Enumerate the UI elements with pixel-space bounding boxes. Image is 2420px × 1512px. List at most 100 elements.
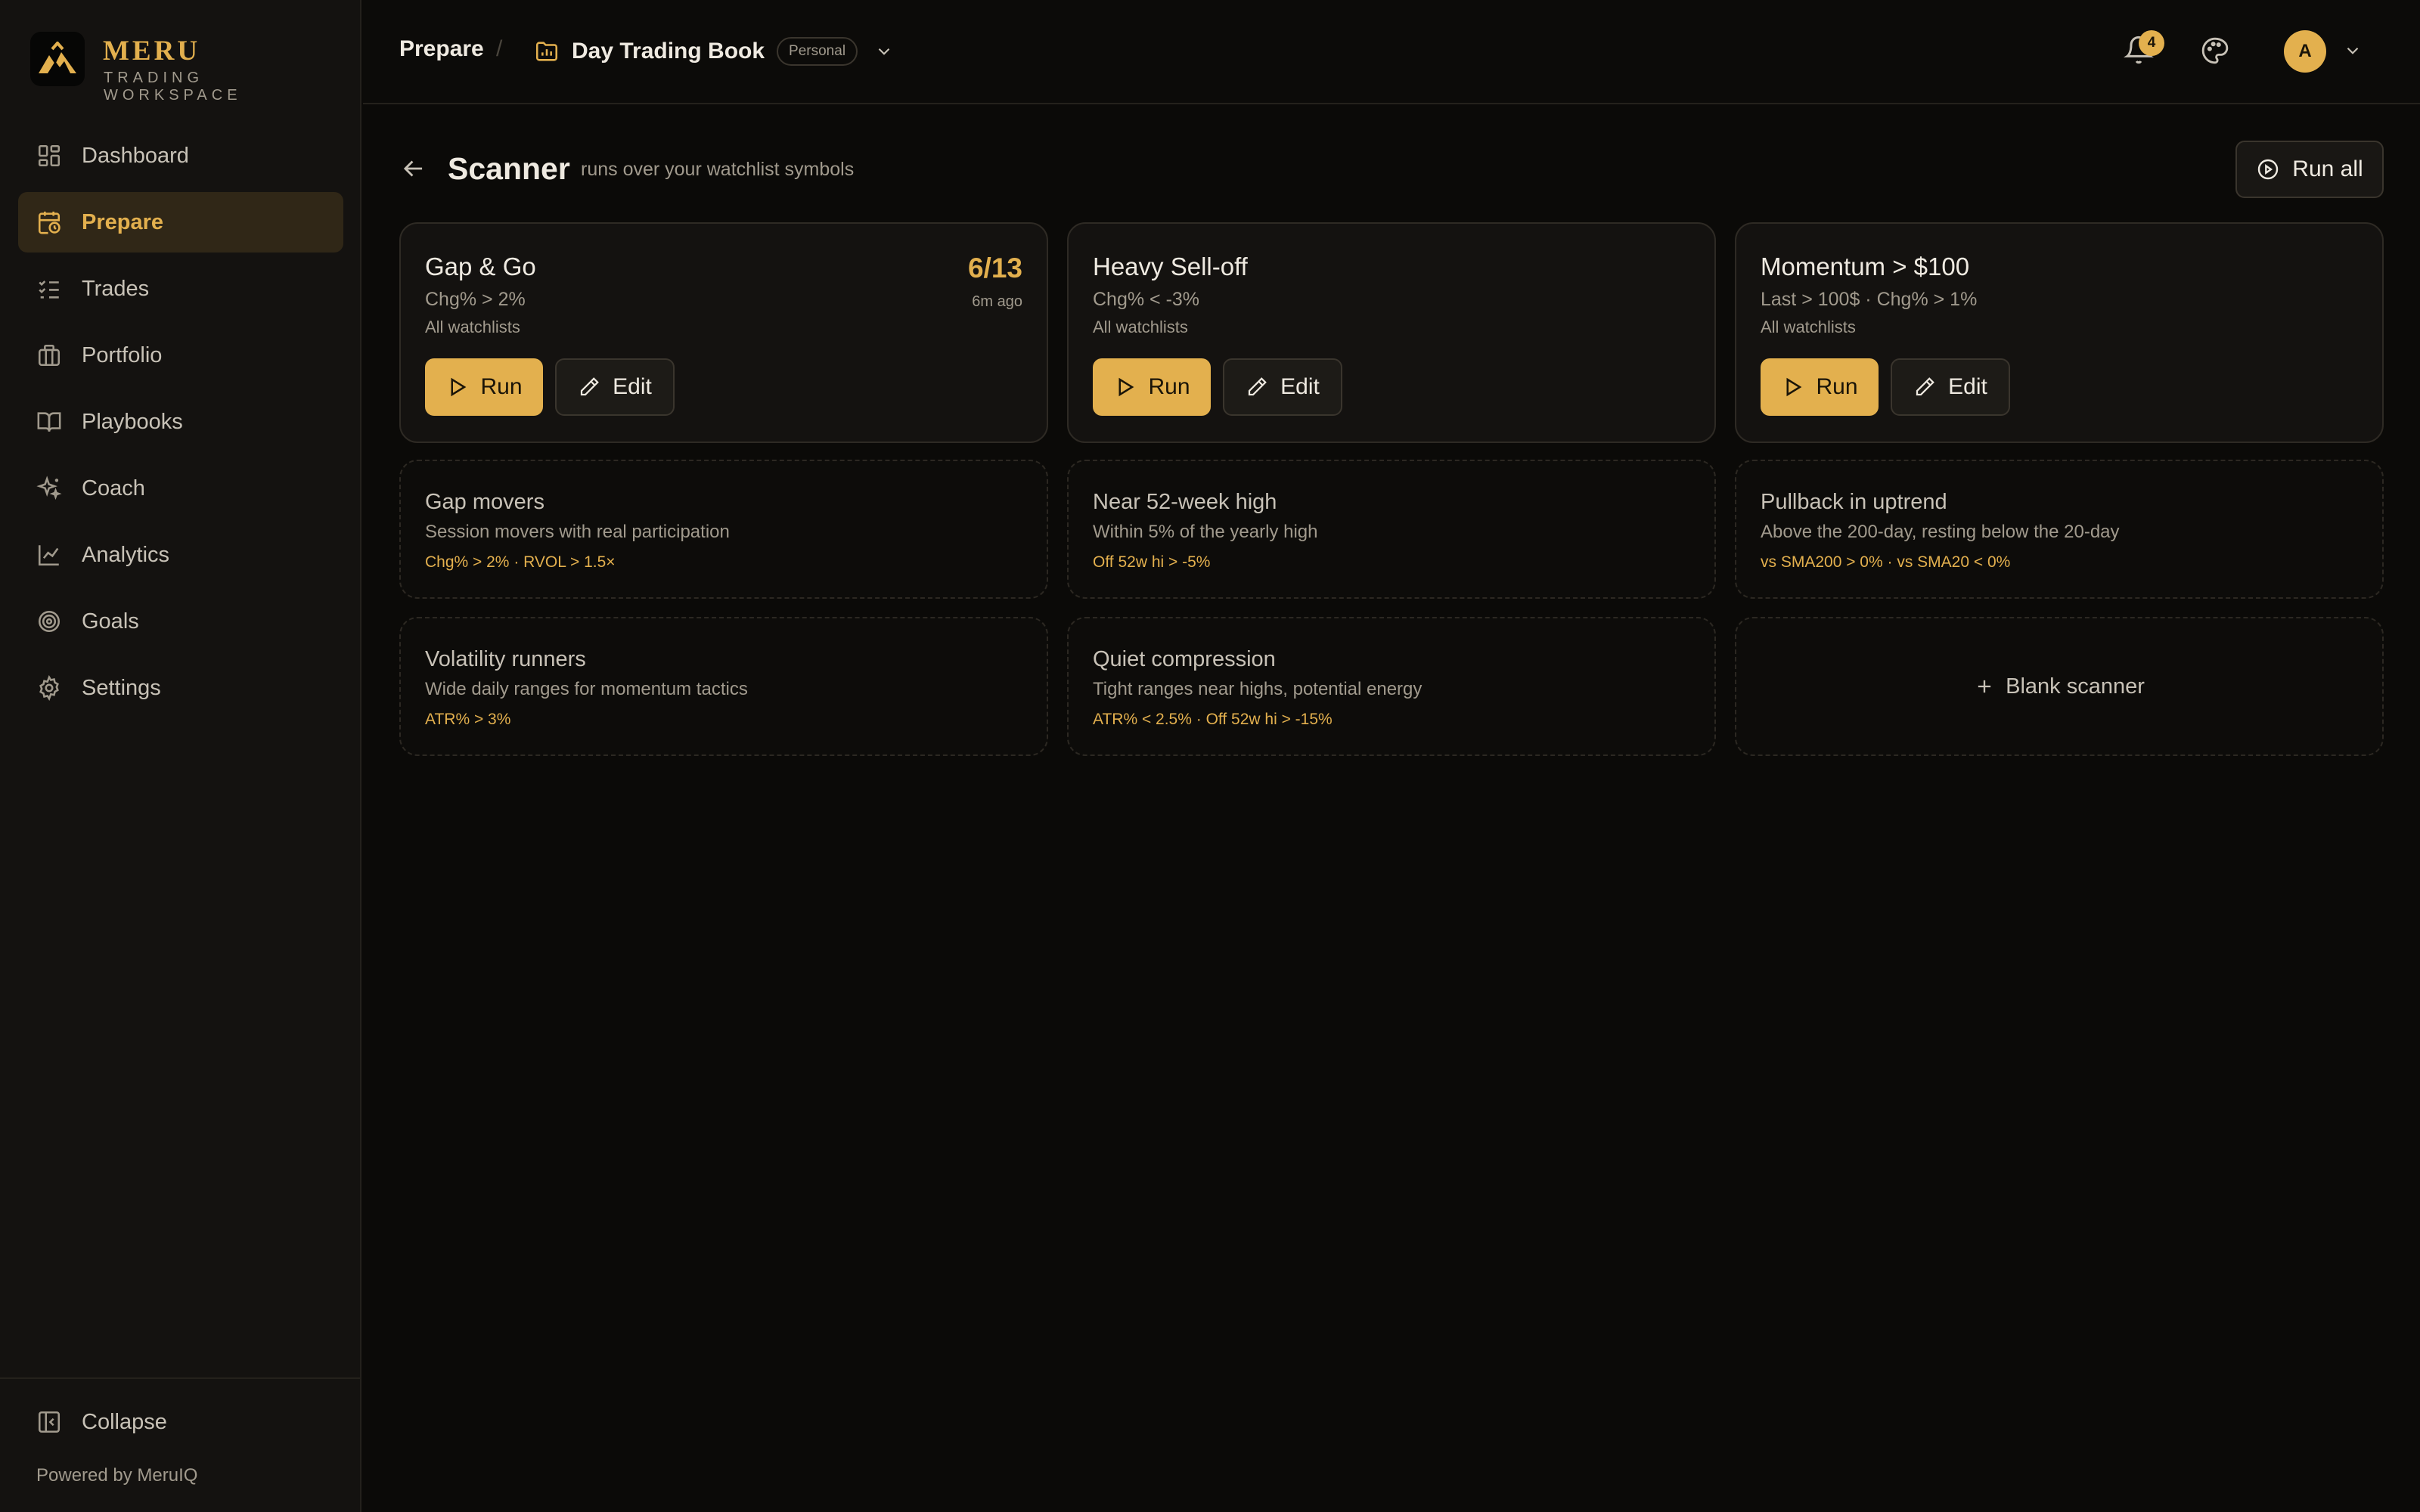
sidebar-item-dashboard[interactable]: Dashboard <box>18 125 343 186</box>
sidebar-item-playbooks[interactable]: Playbooks <box>18 392 343 452</box>
run-all-button[interactable]: Run all <box>2235 141 2384 198</box>
edit-button[interactable]: Edit <box>1891 358 2010 416</box>
target-icon <box>38 610 60 633</box>
play-icon <box>451 377 467 397</box>
pencil-icon <box>1249 377 1267 396</box>
chevron-down-icon[interactable] <box>2343 41 2363 60</box>
scanner-scope: All watchlists <box>1093 318 1188 336</box>
edit-label: Edit <box>1948 374 1987 399</box>
sidebar-item-goals[interactable]: Goals <box>18 591 343 652</box>
sparkles-icon <box>36 476 62 500</box>
calendar-clock-icon <box>38 211 60 234</box>
template-card-near-52-week-high[interactable]: Near 52-week high Within 5% of the yearl… <box>1067 460 1716 599</box>
sidebar-item-label: Goals <box>82 609 139 634</box>
play-circle-icon <box>2258 159 2279 180</box>
run-all-label: Run all <box>2292 156 2363 181</box>
run-button[interactable]: Run <box>425 358 543 416</box>
template-rule: vs SMA200 > 0% · vs SMA20 < 0% <box>1761 553 2011 571</box>
template-name: Pullback in uptrend <box>1761 490 1947 514</box>
sidebar-item-label: Trades <box>82 276 150 301</box>
top-bar: Prepare / Day Trading Book Personal 4 A <box>363 0 2420 104</box>
brand-subtitle: TRADING WORKSPACE <box>104 70 242 104</box>
breadcrumb-prepare[interactable]: Prepare <box>399 36 484 62</box>
template-rule: Off 52w hi > -5% <box>1093 553 1211 571</box>
blank-scanner-label: Blank scanner <box>2006 674 2145 699</box>
folder-chart-icon <box>535 42 558 61</box>
scanner-card: Gap & Go Chg% > 2% All watchlists 6/13 6… <box>399 222 1048 443</box>
collapse-button[interactable]: Collapse <box>36 1409 167 1435</box>
dashboard-icon <box>38 144 60 167</box>
template-description: Session movers with real participation <box>425 522 730 542</box>
template-name: Volatility runners <box>425 647 586 671</box>
edit-label: Edit <box>613 374 652 399</box>
sidebar-item-label: Analytics <box>82 542 170 567</box>
edit-button[interactable]: Edit <box>555 358 675 416</box>
scanner-last-run: 6m ago <box>972 293 1022 310</box>
edit-label: Edit <box>1280 374 1320 399</box>
sidebar-item-portfolio[interactable]: Portfolio <box>18 325 343 386</box>
briefcase-icon <box>38 344 60 367</box>
run-label: Run <box>480 374 523 399</box>
template-name: Quiet compression <box>1093 647 1276 671</box>
scanner-card: Heavy Sell-off Chg% < -3% All watchlists… <box>1067 222 1716 443</box>
collapse-label: Collapse <box>82 1409 167 1434</box>
sidebar-item-label: Portfolio <box>82 342 163 367</box>
template-description: Above the 200-day, resting below the 20-… <box>1761 522 2120 542</box>
notification-count-badge: 4 <box>2139 30 2164 56</box>
sidebar: MERU TRADING WORKSPACE Dashboard Prepare… <box>0 0 361 1512</box>
meru-logo-icon <box>30 32 85 86</box>
sidebar-item-label: Playbooks <box>82 409 183 434</box>
scanner-name: Momentum > $100 <box>1761 253 1970 280</box>
book-open-icon <box>37 412 61 432</box>
sidebar-item-label: Prepare <box>82 209 164 234</box>
list-checks-icon <box>39 280 59 299</box>
brand[interactable]: MERU TRADING WORKSPACE <box>30 30 348 104</box>
template-description: Within 5% of the yearly high <box>1093 522 1318 542</box>
sidebar-footer: Collapse Powered by MeruIQ <box>0 1377 360 1486</box>
template-card-pullback-in-uptrend[interactable]: Pullback in uptrend Above the 200-day, r… <box>1735 460 2384 599</box>
sidebar-item-label: Dashboard <box>82 143 189 168</box>
run-button[interactable]: Run <box>1093 358 1211 416</box>
template-rule: ATR% > 3% <box>425 711 511 728</box>
edit-button[interactable]: Edit <box>1223 358 1342 416</box>
scanner-name: Gap & Go <box>425 253 536 280</box>
plus-icon <box>1978 680 1991 693</box>
page-header: Scanner runs over your watchlist symbols… <box>399 141 2384 204</box>
sidebar-item-label: Coach <box>82 476 145 500</box>
collapse-sidebar-icon <box>38 1411 60 1433</box>
book-selector[interactable]: Day Trading Book Personal <box>534 29 894 74</box>
blank-scanner-button[interactable]: Blank scanner <box>1735 617 2384 756</box>
sidebar-item-settings[interactable]: Settings <box>18 658 343 718</box>
play-icon <box>1118 377 1134 397</box>
template-description: Wide daily ranges for momentum tactics <box>425 679 748 699</box>
sidebar-item-trades[interactable]: Trades <box>18 259 343 319</box>
pencil-icon <box>1916 377 1934 396</box>
run-button[interactable]: Run <box>1761 358 1879 416</box>
run-label: Run <box>1148 374 1190 399</box>
template-card-volatility-runners[interactable]: Volatility runners Wide daily ranges for… <box>399 617 1048 756</box>
palette-icon[interactable] <box>2201 36 2229 65</box>
sidebar-item-coach[interactable]: Coach <box>18 458 343 519</box>
sidebar-nav: Dashboard Prepare Trades Portfolio Playb… <box>18 125 343 724</box>
scanner-criteria: Chg% < -3% <box>1093 289 1200 310</box>
page-title: Scanner <box>448 151 570 186</box>
template-description: Tight ranges near highs, potential energ… <box>1093 679 1423 699</box>
sidebar-item-label: Settings <box>82 675 161 700</box>
avatar[interactable]: A <box>2284 30 2326 73</box>
play-icon <box>1786 377 1802 397</box>
book-badge: Personal <box>777 37 858 66</box>
scanner-name: Heavy Sell-off <box>1093 253 1248 280</box>
pencil-icon <box>581 377 599 396</box>
run-label: Run <box>1816 374 1858 399</box>
template-card-quiet-compression[interactable]: Quiet compression Tight ranges near high… <box>1067 617 1716 756</box>
page-subtitle: runs over your watchlist symbols <box>581 159 855 180</box>
scanner-card: Momentum > $100 Last > 100$ · Chg% > 1% … <box>1735 222 2384 443</box>
scanner-criteria: Last > 100$ · Chg% > 1% <box>1761 289 1978 310</box>
sidebar-item-prepare[interactable]: Prepare <box>18 192 343 253</box>
powered-by: Powered by MeruIQ <box>36 1465 198 1486</box>
arrow-left-icon[interactable] <box>399 154 428 183</box>
template-card-gap-movers[interactable]: Gap movers Session movers with real part… <box>399 460 1048 599</box>
scanner-criteria: Chg% > 2% <box>425 289 526 310</box>
sidebar-item-analytics[interactable]: Analytics <box>18 525 343 585</box>
breadcrumb-separator: / <box>496 36 503 61</box>
